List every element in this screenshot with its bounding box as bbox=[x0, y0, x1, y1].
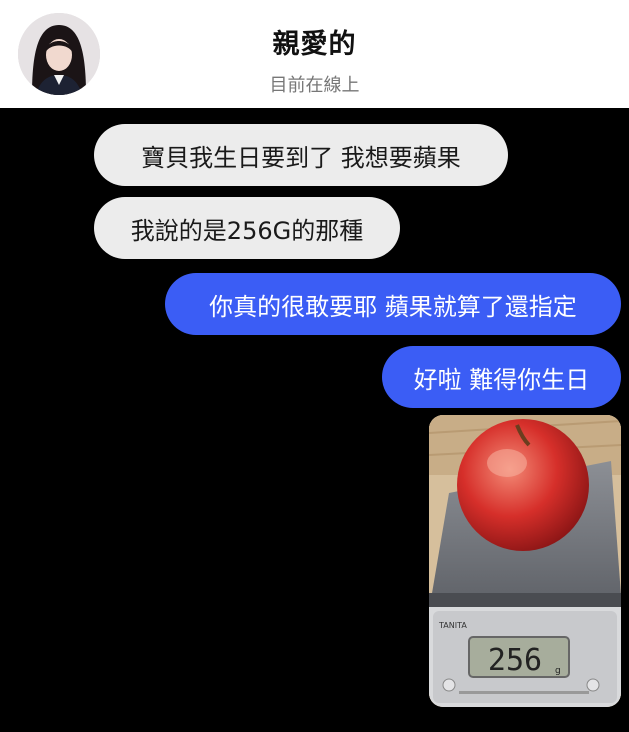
message-text: 我說的是256G的那種 bbox=[130, 216, 364, 245]
apple-on-scale-image: TANITA 256 g bbox=[429, 415, 621, 707]
message-bubble-incoming[interactable]: 我說的是256G的那種 bbox=[94, 197, 400, 259]
message-bubble-outgoing[interactable]: 你真的很敢要耶 蘋果就算了還指定 bbox=[165, 273, 621, 335]
online-status: 目前在線上 bbox=[269, 75, 360, 96]
message-text: 寶貝我生日要到了 我想要蘋果 bbox=[141, 143, 461, 172]
photo-message[interactable]: TANITA 256 g bbox=[429, 415, 621, 707]
message-text: 好啦 難得你生日 bbox=[413, 365, 590, 394]
message-bubble-outgoing[interactable]: 好啦 難得你生日 bbox=[382, 346, 621, 408]
scale-display-value: 256 bbox=[488, 643, 542, 678]
contact-name: 親愛的 bbox=[272, 29, 357, 60]
scale-display-unit: g bbox=[555, 666, 561, 676]
message-bubble-incoming[interactable]: 寶貝我生日要到了 我想要蘋果 bbox=[94, 124, 508, 186]
scale-brand: TANITA bbox=[438, 621, 467, 630]
message-text: 你真的很敢要耶 蘋果就算了還指定 bbox=[209, 292, 577, 321]
chat-header: 親愛的 目前在線上 bbox=[0, 0, 629, 108]
